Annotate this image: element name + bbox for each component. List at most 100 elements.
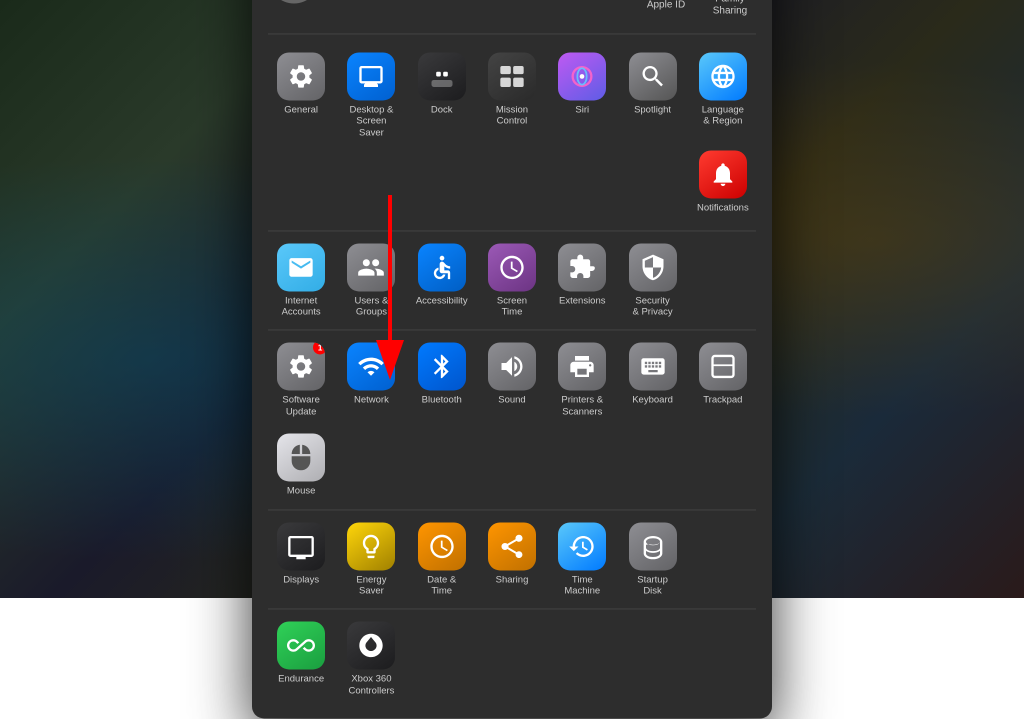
pref-extensions[interactable]: Extensions [549, 237, 615, 324]
section-divider-4 [268, 609, 756, 610]
profile-row: 👤 Fatima Wahab Apple ID, iCloud, Media &… [268, 0, 756, 34]
avatar[interactable]: 👤 [268, 0, 320, 3]
internet-accounts-label: InternetAccounts [282, 295, 321, 318]
pref-keyboard[interactable]: Keyboard [619, 337, 685, 424]
notifications-label: Notifications [697, 203, 749, 214]
trackpad-icon-box [699, 343, 747, 391]
software-update-icon-box: 1 [277, 343, 325, 391]
endurance-icon-box [277, 622, 325, 670]
extensions-label: Extensions [559, 295, 605, 306]
dock-label: Dock [431, 104, 453, 115]
pref-time-machine[interactable]: TimeMachine [549, 516, 615, 603]
apple-id-label: Apple ID [647, 0, 685, 11]
pref-general[interactable]: General [268, 46, 334, 144]
startup-disk-icon-box [629, 522, 677, 570]
general-label: General [284, 104, 318, 115]
pref-sharing[interactable]: Sharing [479, 516, 545, 603]
screen-time-label: Screen Time [486, 295, 538, 318]
dock-icon-box [418, 52, 466, 100]
date-time-icon-box [418, 522, 466, 570]
pref-endurance[interactable]: Endurance [268, 616, 334, 703]
extensions-icon-box [558, 243, 606, 291]
pref-accessibility[interactable]: Accessibility [409, 237, 475, 324]
sharing-label: Sharing [496, 574, 529, 585]
software-update-label: SoftwareUpdate [282, 395, 320, 418]
network-icon-box [347, 343, 395, 391]
pref-language-region[interactable]: Language& Region [690, 46, 756, 144]
date-time-label: Date & Time [416, 574, 468, 597]
internet-accounts-icon-box [277, 243, 325, 291]
sound-label: Sound [498, 395, 525, 406]
pref-software-update[interactable]: 1 SoftwareUpdate [268, 337, 334, 424]
general-icon-box [277, 52, 325, 100]
pref-bluetooth[interactable]: Bluetooth [409, 337, 475, 424]
preferences-content: 👤 Fatima Wahab Apple ID, iCloud, Media &… [252, 0, 772, 719]
pref-printers-scanners[interactable]: Printers &Scanners [549, 337, 615, 424]
pref-notifications[interactable]: Notifications [690, 145, 756, 220]
keyboard-label: Keyboard [632, 395, 673, 406]
printers-scanners-icon-box [558, 343, 606, 391]
xbox-360-label: Xbox 360Controllers [348, 674, 394, 697]
pref-trackpad[interactable]: Trackpad [690, 337, 756, 424]
displays-label: Displays [283, 574, 319, 585]
pref-mission-control[interactable]: MissionControl [479, 46, 545, 144]
sharing-icon-box [488, 522, 536, 570]
trackpad-label: Trackpad [703, 395, 742, 406]
pref-date-time[interactable]: Date & Time [409, 516, 475, 603]
pref-xbox-360[interactable]: Xbox 360Controllers [338, 616, 404, 703]
system-preferences-window: ‹ › System Preferences 🔍 👤 Fatima Wahab … [252, 0, 772, 719]
pref-users-groups[interactable]: Users &Groups [338, 237, 404, 324]
pref-energy-saver[interactable]: EnergySaver [338, 516, 404, 603]
xbox-360-icon-box [347, 622, 395, 670]
section-5-grid: Endurance Xbox 360Controllers [268, 616, 756, 703]
family-sharing-icon[interactable]: FamilySharing [704, 0, 756, 17]
spotlight-label: Spotlight [634, 104, 671, 115]
mouse-icon-box [277, 434, 325, 482]
pref-dock[interactable]: Dock [409, 46, 475, 144]
security-privacy-icon-box [629, 243, 677, 291]
pref-mouse[interactable]: Mouse [268, 428, 334, 503]
time-machine-icon-box [558, 522, 606, 570]
language-region-label: Language& Region [702, 104, 744, 127]
section-2-grid: InternetAccounts Users &Groups Accessibi… [268, 237, 756, 324]
pref-siri[interactable]: Siri [549, 46, 615, 144]
pref-security-privacy[interactable]: Security& Privacy [619, 237, 685, 324]
energy-saver-label: EnergySaver [356, 574, 386, 597]
software-update-badge: 1 [313, 343, 325, 355]
section-4-grid: Displays EnergySaver Date & Time Sharing [268, 516, 756, 603]
family-sharing-label: FamilySharing [713, 0, 747, 17]
desktop-screensaver-icon-box [347, 52, 395, 100]
pref-displays[interactable]: Displays [268, 516, 334, 603]
users-groups-label: Users &Groups [355, 295, 389, 318]
pref-desktop-screensaver[interactable]: Desktop &Screen Saver [338, 46, 404, 144]
language-region-icon-box [699, 52, 747, 100]
displays-icon-box [277, 522, 325, 570]
mission-control-icon-box [488, 52, 536, 100]
printers-scanners-label: Printers &Scanners [561, 395, 603, 418]
pref-internet-accounts[interactable]: InternetAccounts [268, 237, 334, 324]
desktop-screensaver-label: Desktop &Screen Saver [345, 104, 397, 138]
bluetooth-label: Bluetooth [422, 395, 462, 406]
pref-spotlight[interactable]: Spotlight [619, 46, 685, 144]
pref-network[interactable]: Network [338, 337, 404, 424]
endurance-label: Endurance [278, 674, 324, 685]
pref-startup-disk[interactable]: StartupDisk [619, 516, 685, 603]
accessibility-icon-box [418, 243, 466, 291]
profile-right-icons: Apple ID FamilySharing [640, 0, 756, 17]
siri-label: Siri [575, 104, 589, 115]
apple-id-icon[interactable]: Apple ID [640, 0, 692, 11]
pref-sound[interactable]: Sound [479, 337, 545, 424]
network-label: Network [354, 395, 389, 406]
section-divider-3 [268, 509, 756, 510]
security-privacy-label: Security& Privacy [633, 295, 673, 318]
mouse-label: Mouse [287, 486, 316, 497]
section-1-row2: Notifications [268, 145, 756, 224]
section-divider-2 [268, 330, 756, 331]
sound-icon-box [488, 343, 536, 391]
startup-disk-label: StartupDisk [637, 574, 668, 597]
section-3-grid: 1 SoftwareUpdate Network Bluetooth [268, 337, 756, 503]
pref-screen-time[interactable]: Screen Time [479, 237, 545, 324]
siri-icon-box [558, 52, 606, 100]
notifications-icon-box [699, 151, 747, 199]
keyboard-icon-box [629, 343, 677, 391]
